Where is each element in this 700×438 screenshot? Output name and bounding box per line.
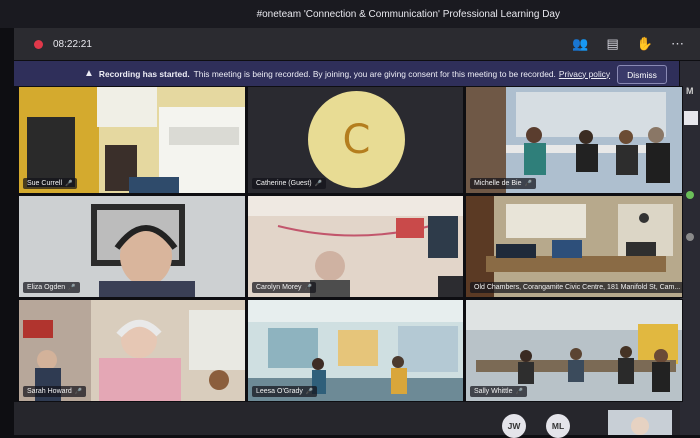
mic-icon: 🎤 <box>305 389 314 395</box>
video-tile[interactable]: Eliza Ogden 🎤 <box>18 195 246 298</box>
video-tile[interactable]: Michelle de Bie 🎤 <box>465 86 683 194</box>
participant-name: Sue Currell 🎤 <box>23 178 77 189</box>
video-tile[interactable]: Old Chambers, Corangamite Civic Centre, … <box>465 195 683 298</box>
participant-name: Michelle de Bie 🎤 <box>470 178 536 189</box>
self-view-scene <box>608 410 672 435</box>
side-panel-edge: M <box>680 61 700 435</box>
panel-thumb <box>684 111 698 125</box>
mic-icon: 🎤 <box>304 285 312 291</box>
mic-icon: 🎤 <box>524 181 532 187</box>
more-icon[interactable]: ⋯ <box>671 36 684 52</box>
mic-icon: 🎤 <box>314 181 323 187</box>
raise-hand-icon[interactable]: ✋ <box>637 36 653 52</box>
video-grid: Sue Currell 🎤 C Catherine (Guest) 🎤 Michel… <box>18 86 683 402</box>
video-tile[interactable]: C Catherine (Guest) 🎤 <box>247 86 464 194</box>
participant-avatar[interactable]: JW <box>502 414 526 438</box>
privacy-policy-link[interactable]: Privacy policy <box>559 69 610 79</box>
video-tile[interactable]: Sarah Howard 🎤 <box>18 299 246 402</box>
participant-name: Eliza Ogden 🎤 <box>23 282 80 293</box>
warning-icon: ▲ <box>84 68 94 79</box>
meeting-title: #oneteam 'Connection & Communication' Pr… <box>256 8 560 20</box>
video-tile[interactable]: Sally Whittle 🎤 <box>465 299 683 402</box>
recording-indicator-icon <box>34 39 43 49</box>
overflow-participants-bar: JW ML <box>14 402 680 438</box>
participant-name: Leesa O'Grady 🎤 <box>252 386 318 397</box>
dismiss-button[interactable]: Dismiss <box>617 65 667 84</box>
participant-name: Sally Whittle 🎤 <box>470 386 527 397</box>
status-dot-icon <box>686 233 694 241</box>
participant-name: Carolyn Morey 🎤 <box>252 282 316 293</box>
participant-avatar: C <box>308 91 405 188</box>
mic-icon: 🎤 <box>65 181 73 187</box>
people-icon[interactable]: 👥 <box>572 36 588 52</box>
meeting-timer: 08:22:21 <box>53 38 92 50</box>
video-tile[interactable]: Carolyn Morey 🎤 <box>247 195 464 298</box>
video-tile[interactable]: Leesa O'Grady 🎤 <box>247 299 464 402</box>
meeting-toolbar: 08:22:21 👥 ▤ ✋ ⋯ <box>14 28 700 60</box>
mic-icon: 🎤 <box>68 285 76 291</box>
self-view-video[interactable] <box>608 410 672 435</box>
participant-name: Catherine (Guest) 🎤 <box>252 178 327 189</box>
mic-icon: 🎤 <box>74 389 83 395</box>
toolbar-actions: 👥 ▤ ✋ ⋯ <box>572 36 684 52</box>
status-dot-icon <box>686 191 694 199</box>
panel-letter-m: M <box>686 86 694 96</box>
participant-name: Sarah Howard 🎤 <box>23 386 87 397</box>
window-title-bar: #oneteam 'Connection & Communication' Pr… <box>0 0 700 28</box>
chat-icon[interactable]: ▤ <box>607 36 619 52</box>
recording-banner: ▲ Recording has started. This meeting is… <box>14 61 679 86</box>
participant-name: Old Chambers, Corangamite Civic Centre, … <box>470 282 682 293</box>
banner-message: This meeting is being recorded. By joini… <box>193 68 556 79</box>
video-tile[interactable]: Sue Currell 🎤 <box>18 86 246 194</box>
banner-title: Recording has started. <box>98 68 190 79</box>
mic-icon: 🎤 <box>515 389 523 395</box>
participant-avatar[interactable]: ML <box>546 414 570 438</box>
